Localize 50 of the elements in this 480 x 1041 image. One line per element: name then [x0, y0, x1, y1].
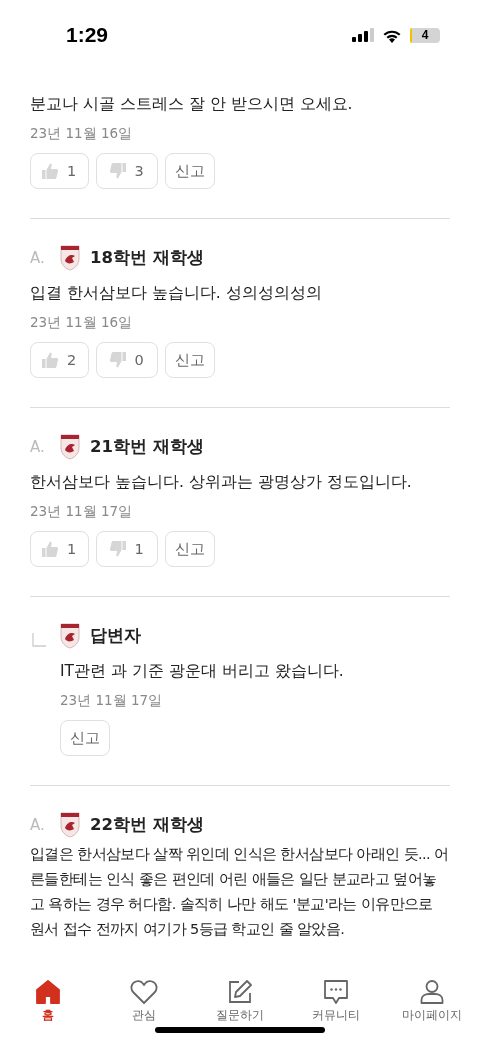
signal-icon	[352, 28, 374, 42]
shield-emblem-icon	[60, 434, 80, 460]
author-name: 21학번 재학생	[90, 436, 204, 458]
dislike-button[interactable]: 3	[96, 153, 159, 189]
shield-emblem-icon	[60, 245, 80, 271]
thumbs-up-icon	[41, 351, 59, 369]
answer-text: 한서삼보다 높습니다. 상위과는 광명상가 정도입니다.	[30, 472, 413, 493]
author-name: 22학번 재학생	[90, 814, 204, 836]
tab-item[interactable]: 홈	[8, 979, 88, 1041]
like-button[interactable]: 1	[30, 531, 90, 567]
answer-date: 23년 11월 16일	[30, 314, 134, 332]
tab-item[interactable]: 마이페이지	[392, 979, 472, 1041]
report-button[interactable]: 신고	[165, 531, 216, 567]
tab-item[interactable]: 커뮤니티	[296, 979, 376, 1041]
battery-icon: 4	[410, 27, 440, 43]
thumbs-down-icon	[108, 351, 127, 369]
answer-prefix: A.	[30, 816, 46, 834]
shield-emblem-icon	[60, 623, 80, 649]
answer-date: 23년 11월 17일	[60, 692, 164, 710]
report-button[interactable]: 신고	[165, 153, 216, 189]
shield-emblem-icon	[60, 812, 80, 838]
thumbs-down-icon	[108, 162, 127, 180]
answer-prefix: A.	[30, 438, 46, 456]
answer-text: 분교나 시골 스트레스 잘 안 받으시면 오세요.	[30, 94, 354, 115]
answer-text: 입결은 한서삼보다 살짝 위인데 인식은 한서삼보다 아래인 듯... 어른들한테는 인식 좋은 편인데 어린 애들은 일단 분교라고 덮어놓고 욕하는 경우 허다함. 솔직히 나만 해도 '분교'라는 이유만으로 원서 접수 전까지 여기가 5등급 학교인 줄 알았음.	[30, 845, 450, 939]
thumbs-up-icon	[41, 540, 59, 558]
tab-item[interactable]: 관심	[104, 979, 184, 1041]
reply-indent-icon	[32, 633, 46, 647]
answer-date: 23년 11월 16일	[30, 125, 134, 143]
status-time: 1:29	[66, 23, 109, 47]
answer-text: IT관련 과 기준 광운대 버리고 왔습니다.	[60, 661, 345, 682]
answer-date: 23년 11월 17일	[30, 503, 134, 521]
like-button[interactable]: 2	[30, 342, 90, 378]
tab-item[interactable]: 질문하기	[200, 979, 280, 1041]
answer-text: 입결 한서삼보다 높습니다. 성의성의성의	[30, 283, 323, 304]
dislike-button[interactable]: 1	[96, 531, 159, 567]
dislike-button[interactable]: 0	[96, 342, 159, 378]
heart-icon	[130, 979, 158, 1005]
answer-prefix: A.	[30, 249, 46, 267]
like-button[interactable]: 1	[30, 153, 90, 189]
thumbs-up-icon	[41, 162, 59, 180]
author-name: 답변자	[90, 625, 141, 647]
home-icon	[35, 979, 61, 1005]
thumbs-down-icon	[108, 540, 127, 558]
author-name: 18학번 재학생	[90, 247, 204, 269]
chat-icon	[323, 979, 349, 1005]
report-button[interactable]: 신고	[165, 342, 216, 378]
edit-icon	[227, 979, 253, 1005]
person-icon	[420, 979, 444, 1005]
report-button[interactable]: 신고	[60, 720, 110, 756]
